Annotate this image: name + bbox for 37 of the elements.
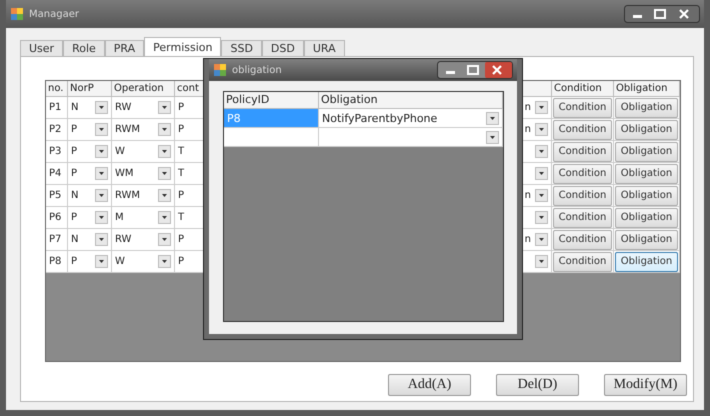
window-controls-icon[interactable] bbox=[624, 5, 700, 23]
app-icon bbox=[10, 7, 24, 21]
condition-button[interactable]: Condition bbox=[553, 164, 612, 184]
tab[interactable]: Role bbox=[63, 40, 105, 56]
condition-button[interactable]: Condition bbox=[553, 252, 612, 272]
condition-button[interactable]: Condition bbox=[553, 142, 612, 162]
condition-button[interactable]: Condition bbox=[553, 208, 612, 228]
condition-button[interactable]: Condition bbox=[553, 98, 612, 118]
window-title: Managaer bbox=[29, 8, 79, 20]
tab[interactable]: Permission bbox=[144, 37, 222, 56]
obligation-button[interactable]: Obligation bbox=[615, 98, 678, 118]
dialog-title: obligation bbox=[232, 64, 282, 76]
tab[interactable]: PRA bbox=[104, 40, 144, 56]
dropdown-cell[interactable] bbox=[319, 128, 503, 147]
tab[interactable]: User bbox=[20, 40, 64, 56]
action-button[interactable]: Del(D) bbox=[496, 374, 579, 396]
condition-button[interactable]: Condition bbox=[553, 120, 612, 140]
tab[interactable]: URA bbox=[304, 40, 345, 56]
dropdown-cell[interactable]: W bbox=[112, 251, 175, 273]
condition-button[interactable]: Condition bbox=[553, 230, 612, 250]
obligation-button[interactable]: Obligation bbox=[615, 120, 678, 140]
obligation-button[interactable]: Obligation bbox=[615, 230, 678, 250]
obligation-button[interactable]: Obligation bbox=[615, 186, 678, 206]
obligation-button[interactable]: Obligation bbox=[615, 208, 678, 228]
app-icon bbox=[213, 63, 227, 77]
condition-button[interactable]: Condition bbox=[553, 186, 612, 206]
obligation-button[interactable]: Obligation bbox=[615, 142, 678, 162]
obligation-button[interactable]: Obligation bbox=[615, 252, 678, 272]
action-button[interactable]: Modify(M) bbox=[604, 374, 687, 396]
table-cell[interactable] bbox=[224, 128, 319, 147]
tab[interactable]: SSD bbox=[221, 40, 262, 56]
table-cell: P8 bbox=[46, 251, 68, 273]
dropdown-cell[interactable]: P bbox=[68, 251, 112, 273]
window-controls-icon[interactable] bbox=[437, 61, 513, 79]
tab[interactable]: DSD bbox=[262, 40, 304, 56]
obligation-button[interactable]: Obligation bbox=[615, 164, 678, 184]
action-button[interactable]: Add(A) bbox=[388, 374, 471, 396]
